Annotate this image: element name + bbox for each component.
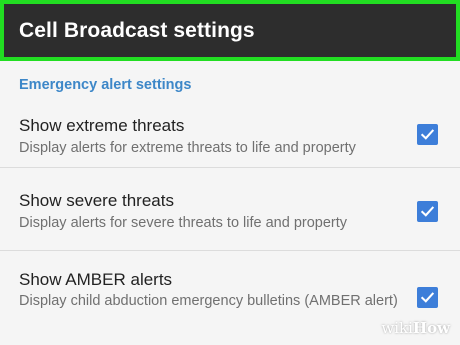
pref-title: Show extreme threats [19, 116, 185, 135]
pref-summary: Display alerts for severe threats to lif… [19, 215, 348, 231]
app-bar: Cell Broadcast settings [0, 0, 460, 61]
pref-title: Show severe threats [19, 191, 174, 210]
watermark-wiki: wiki [381, 319, 413, 337]
check-icon [420, 206, 435, 217]
wikihow-watermark: wikiHow [381, 319, 450, 337]
divider [0, 167, 460, 168]
divider [0, 250, 460, 251]
checkbox-extreme-threats[interactable] [417, 124, 438, 145]
settings-screen: Cell Broadcast settings Emergency alert … [0, 0, 460, 345]
pref-title: Show AMBER alerts [19, 270, 173, 289]
check-icon [420, 129, 435, 140]
section-header-emergency-alerts: Emergency alert settings [19, 77, 192, 93]
checkbox-severe-threats[interactable] [417, 201, 438, 222]
watermark-how: How [412, 319, 450, 337]
app-bar-title: Cell Broadcast settings [19, 18, 255, 42]
check-icon [420, 292, 435, 303]
pref-summary: Display child abduction emergency bullet… [19, 293, 398, 309]
pref-summary: Display alerts for extreme threats to li… [19, 140, 356, 156]
checkbox-amber-alerts[interactable] [417, 287, 438, 308]
